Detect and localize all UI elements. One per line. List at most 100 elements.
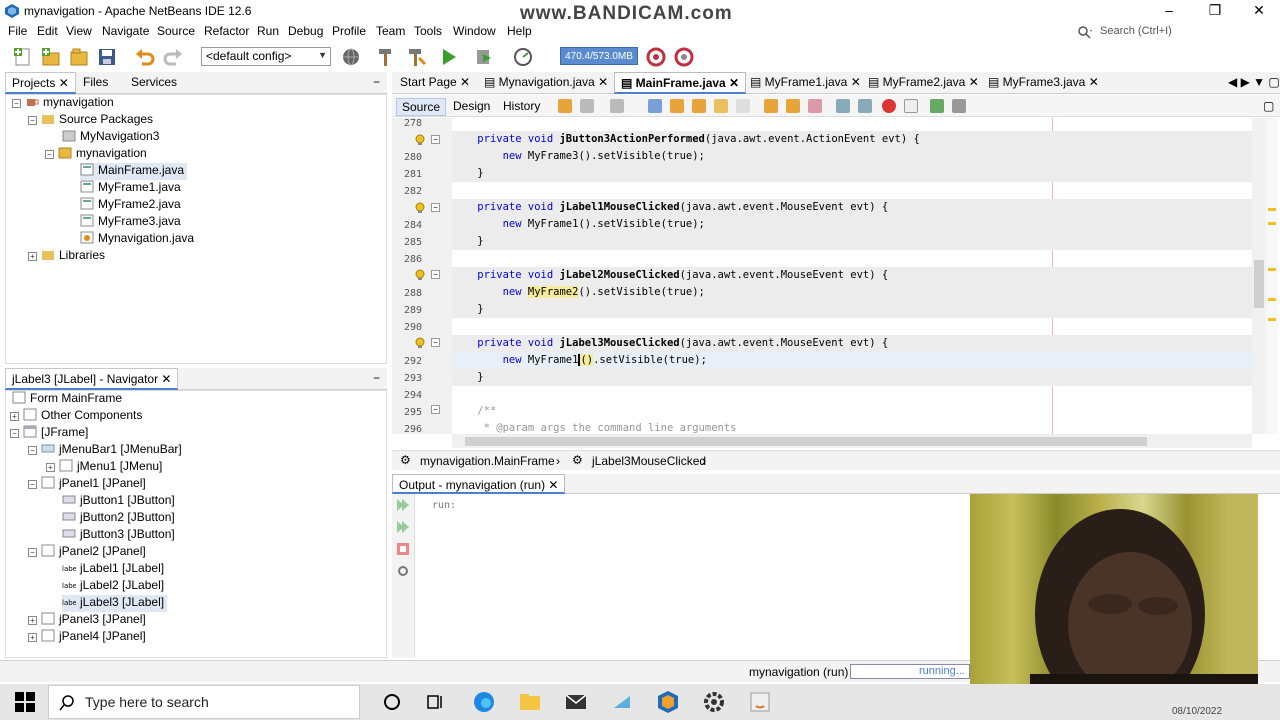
taskbar-search-input[interactable]: Type here to search	[48, 685, 360, 719]
tree-item-libraries[interactable]: + Libraries	[28, 248, 105, 265]
edge-icon[interactable]	[472, 690, 496, 714]
settings-icon[interactable]	[396, 564, 410, 578]
tab-output[interactable]: Output - mynavigation (run) ✕	[392, 474, 566, 494]
fold-toggle[interactable]: −	[431, 405, 440, 414]
file-explorer-icon[interactable]	[518, 690, 542, 714]
tab-services[interactable]: Services	[125, 72, 183, 94]
rerun-with-params-icon[interactable]	[396, 520, 410, 534]
stop-icon[interactable]	[396, 542, 410, 556]
tree-item-mynavigation-java[interactable]: Mynavigation.java	[80, 231, 194, 248]
redo-icon[interactable]	[162, 46, 184, 68]
find-next-icon[interactable]	[692, 99, 706, 113]
toggle-highlight-icon[interactable]	[714, 99, 728, 113]
debug-icon[interactable]	[473, 46, 495, 68]
stop-macro-icon[interactable]	[904, 99, 918, 113]
uncomment-icon[interactable]	[952, 99, 966, 113]
minimize-navigator-button[interactable]: −	[367, 368, 386, 390]
nav-item-other-components[interactable]: + Other Components	[10, 408, 142, 425]
nav-item-jbutton3[interactable]: jButton3 [JButton]	[62, 527, 175, 544]
progress-bar[interactable]: running...	[850, 664, 970, 679]
start-macro-icon[interactable]	[882, 99, 896, 113]
menu-run[interactable]: Run	[257, 24, 279, 38]
nav-item-jlabel1[interactable]: labeljLabel1 [JLabel]	[62, 561, 164, 578]
menu-refactor[interactable]: Refactor	[204, 24, 249, 38]
back-icon[interactable]	[580, 99, 594, 113]
nav-item-jlabel3[interactable]: labeljLabel3 [JLabel]	[62, 595, 168, 612]
shift-left-icon[interactable]	[836, 99, 850, 113]
tab-myframe1-java[interactable]: ▤ MyFrame1.java ✕	[744, 72, 867, 94]
nav-item-jbutton1[interactable]: jButton1 [JButton]	[62, 493, 175, 510]
app-icon[interactable]	[610, 690, 634, 714]
nav-item-form[interactable]: Form MainFrame	[12, 391, 122, 408]
gc-icon[interactable]	[645, 46, 667, 68]
config-select[interactable]: <default config> ▼	[201, 47, 331, 66]
override-hint-icon[interactable]	[414, 269, 426, 281]
view-design-button[interactable]: Design	[448, 98, 495, 114]
shift-right-icon[interactable]	[858, 99, 872, 113]
find-icon[interactable]	[648, 99, 662, 113]
menu-help[interactable]: Help	[507, 24, 532, 38]
tree-item-myframe1[interactable]: MyFrame1.java	[80, 180, 181, 197]
tree-item-myframe2[interactable]: MyFrame2.java	[80, 197, 181, 214]
prev-bookmark-icon[interactable]	[764, 99, 778, 113]
undo-icon[interactable]	[134, 46, 156, 68]
nav-item-jpanel1[interactable]: − jPanel1 [JPanel]	[28, 476, 146, 493]
menu-tools[interactable]: Tools	[414, 24, 442, 38]
toggle-bookmark-icon[interactable]	[808, 99, 822, 113]
override-hint-icon[interactable]	[414, 337, 426, 349]
breadcrumb-class[interactable]: mynavigation.MainFrame	[420, 454, 555, 468]
new-project-icon[interactable]	[40, 46, 62, 68]
profile-ide-icon[interactable]	[673, 46, 695, 68]
save-all-icon[interactable]	[96, 46, 118, 68]
fold-toggle[interactable]: −	[431, 338, 440, 347]
fold-toggle[interactable]: −	[431, 203, 440, 212]
tree-item-myframe3[interactable]: MyFrame3.java	[80, 214, 181, 231]
new-file-icon[interactable]	[12, 46, 34, 68]
next-bookmark-icon[interactable]	[786, 99, 800, 113]
menu-debug[interactable]: Debug	[288, 24, 323, 38]
tree-item-project[interactable]: − mynavigation	[12, 95, 114, 112]
open-project-icon[interactable]	[68, 46, 90, 68]
tabs-dropdown-icon[interactable]: ◀ ▶ ▼ ▢	[1222, 72, 1280, 94]
override-hint-icon[interactable]	[414, 202, 426, 214]
tree-item-mainframe[interactable]: MainFrame.java	[80, 163, 188, 180]
nav-item-jframe[interactable]: − [JFrame]	[10, 425, 88, 442]
forward-icon[interactable]	[610, 99, 624, 113]
profile-icon[interactable]	[512, 46, 534, 68]
menu-edit[interactable]: Edit	[37, 24, 58, 38]
menu-team[interactable]: Team	[376, 24, 405, 38]
fold-toggle[interactable]: −	[431, 135, 440, 144]
nav-item-jlabel2[interactable]: labeljLabel2 [JLabel]	[62, 578, 164, 595]
menu-file[interactable]: File	[8, 24, 27, 38]
breadcrumb-method[interactable]: jLabel3MouseClicked	[592, 454, 706, 468]
last-edit-icon[interactable]	[558, 99, 572, 113]
view-history-button[interactable]: History	[498, 98, 545, 114]
toggle-rect-selection-icon[interactable]	[736, 99, 750, 113]
tab-mainframe-java[interactable]: ▤ MainFrame.java ✕	[614, 72, 747, 94]
editor-vertical-scrollbar[interactable]	[1252, 118, 1266, 434]
tree-item-source-packages[interactable]: − Source Packages	[28, 112, 153, 129]
tab-myframe3-java[interactable]: ▤ MyFrame3.java ✕	[982, 72, 1105, 94]
rerun-icon[interactable]	[396, 498, 410, 512]
menu-navigate[interactable]: Navigate	[102, 24, 149, 38]
mail-icon[interactable]	[564, 690, 588, 714]
close-button[interactable]: ✕	[1236, 0, 1280, 22]
menu-window[interactable]: Window	[453, 24, 496, 38]
scroll-thumb[interactable]	[1254, 260, 1264, 308]
run-icon[interactable]	[438, 46, 460, 68]
tree-item-package-mynavigation3[interactable]: MyNavigation3	[62, 129, 159, 146]
find-prev-icon[interactable]	[670, 99, 684, 113]
view-source-button[interactable]: Source	[396, 98, 447, 116]
nav-item-jmenu1[interactable]: + jMenu1 [JMenu]	[46, 459, 162, 476]
menu-source[interactable]: Source	[157, 24, 195, 38]
maximize-editor-icon[interactable]: ▢	[1258, 98, 1279, 114]
clean-build-icon[interactable]	[405, 46, 427, 68]
menu-view[interactable]: View	[66, 24, 92, 38]
fold-toggle[interactable]: −	[431, 270, 440, 279]
menu-profile[interactable]: Profile	[332, 24, 366, 38]
comment-icon[interactable]	[930, 99, 944, 113]
minimize-panel-button[interactable]: −	[367, 72, 386, 94]
minimize-button[interactable]: –	[1146, 0, 1192, 22]
memory-indicator[interactable]: 470.4/573.0MB	[560, 47, 638, 65]
tab-myframe2-java[interactable]: ▤ MyFrame2.java ✕	[862, 72, 985, 94]
